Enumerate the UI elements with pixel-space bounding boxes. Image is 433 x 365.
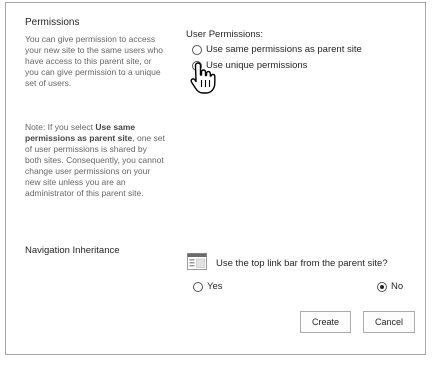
radio-no[interactable]: No bbox=[377, 281, 403, 292]
radio-same-permissions[interactable]: Use same permissions as parent site bbox=[192, 44, 362, 55]
radio-no-circle[interactable] bbox=[377, 281, 387, 292]
user-permissions-label: User Permissions: bbox=[186, 29, 264, 40]
radio-same-permissions-label: Use same permissions as parent site bbox=[206, 44, 362, 55]
new-site-form-panel: Permissions You can give permission to a… bbox=[5, 2, 426, 355]
permissions-note: Note: If you select Use same permissions… bbox=[25, 122, 165, 199]
radio-yes-circle[interactable] bbox=[193, 281, 203, 292]
create-button[interactable]: Create bbox=[300, 311, 351, 333]
radio-yes[interactable]: Yes bbox=[193, 281, 223, 292]
radio-same-permissions-circle[interactable] bbox=[192, 44, 202, 55]
top-link-bar-question: Use the top link bar from the parent sit… bbox=[216, 258, 388, 269]
navigation-inheritance-title: Navigation Inheritance bbox=[25, 245, 120, 256]
radio-yes-label: Yes bbox=[207, 281, 223, 292]
cancel-button[interactable]: Cancel bbox=[363, 311, 415, 333]
note-prefix: Note: If you select bbox=[25, 122, 96, 132]
radio-unique-permissions-label: Use unique permissions bbox=[206, 60, 308, 71]
permissions-description: You can give permission to access your n… bbox=[25, 34, 163, 88]
hand-pointer-icon bbox=[190, 62, 216, 94]
permissions-section-title: Permissions bbox=[25, 17, 80, 28]
top-link-bar-icon bbox=[187, 253, 207, 270]
radio-no-label: No bbox=[391, 281, 404, 292]
